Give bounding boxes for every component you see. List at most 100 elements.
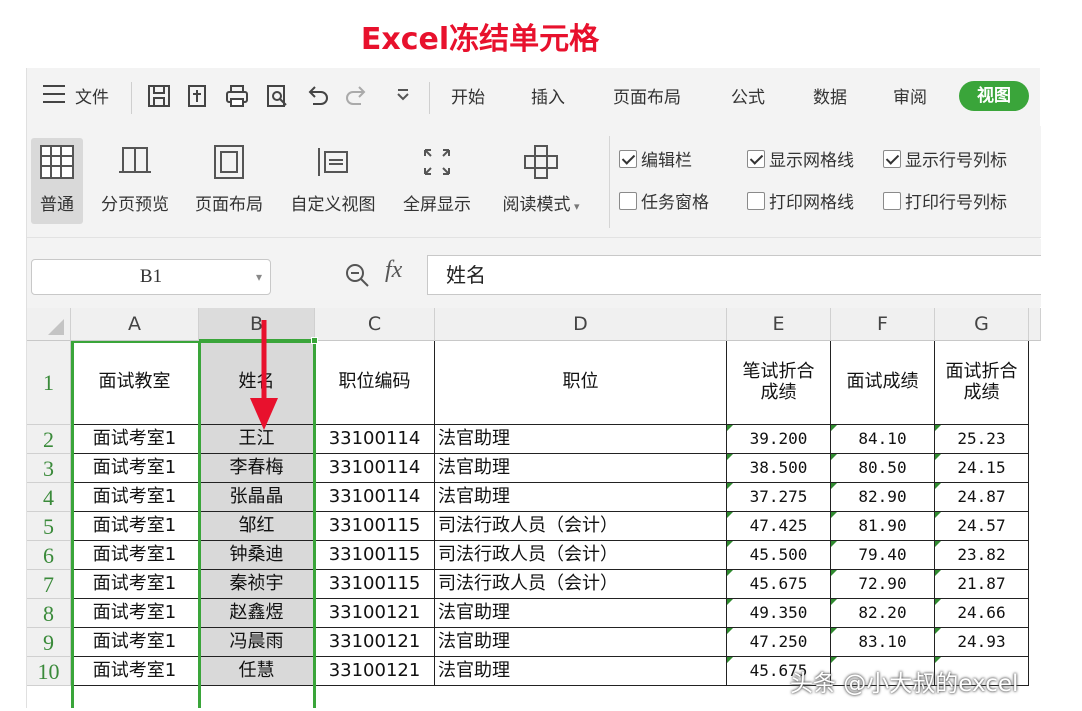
tab-insert[interactable]: 插入 xyxy=(531,83,565,108)
table-cell[interactable]: 面试考室1 xyxy=(71,628,199,657)
table-cell[interactable]: 38.500 xyxy=(727,454,831,483)
table-cell[interactable]: 82.20 xyxy=(831,599,935,628)
checkbox-task-pane[interactable]: 任务窗格 xyxy=(619,188,709,213)
column-header-c[interactable]: C xyxy=(315,308,435,341)
checkbox-show-gridlines[interactable]: 显示网格线 xyxy=(747,146,854,171)
table-cell[interactable]: 33100115 xyxy=(315,541,435,570)
table-cell[interactable]: 33100115 xyxy=(315,570,435,599)
header-cell[interactable]: 面试折合 成绩 xyxy=(935,341,1029,425)
fill-handle[interactable] xyxy=(311,337,318,344)
row-header[interactable]: 5 xyxy=(27,512,71,541)
select-all-corner[interactable] xyxy=(27,308,71,341)
function-icon[interactable]: fx xyxy=(385,257,402,284)
table-cell[interactable]: 37.275 xyxy=(727,483,831,512)
row-header[interactable]: 10 xyxy=(27,657,71,686)
table-cell[interactable]: 33100115 xyxy=(315,512,435,541)
table-cell[interactable]: 面试考室1 xyxy=(71,657,199,686)
zoom-icon[interactable] xyxy=(343,261,373,291)
table-cell[interactable]: 80.50 xyxy=(831,454,935,483)
table-cell[interactable]: 法官助理 xyxy=(435,628,727,657)
checkbox-print-gridlines[interactable]: 打印网格线 xyxy=(747,188,854,213)
table-cell[interactable]: 李春梅 xyxy=(199,454,315,483)
table-cell[interactable]: 25.23 xyxy=(935,425,1029,454)
row-header[interactable]: 3 xyxy=(27,454,71,483)
page-break-preview-button[interactable]: 分页预览 xyxy=(93,138,177,224)
table-cell[interactable]: 33100121 xyxy=(315,657,435,686)
save-icon[interactable] xyxy=(145,82,173,110)
chevron-down-icon[interactable] xyxy=(389,82,417,110)
table-cell[interactable]: 24.87 xyxy=(935,483,1029,512)
table-cell[interactable]: 法官助理 xyxy=(435,483,727,512)
table-cell[interactable]: 45.500 xyxy=(727,541,831,570)
tab-page-layout[interactable]: 页面布局 xyxy=(613,83,681,108)
spreadsheet-grid[interactable]: A B C D E F G 1 面试教室 姓名 职位编码 职位 笔试折合 成绩 面试成绩 面试折合 成绩 2 面… xyxy=(27,308,1041,708)
table-cell[interactable]: 邹红 xyxy=(199,512,315,541)
table-cell[interactable]: 钟桑迪 xyxy=(199,541,315,570)
table-cell[interactable]: 面试考室1 xyxy=(71,512,199,541)
table-cell[interactable]: 司法行政人员（会计） xyxy=(435,512,727,541)
table-cell[interactable]: 24.57 xyxy=(935,512,1029,541)
table-cell[interactable]: 47.425 xyxy=(727,512,831,541)
normal-view-button[interactable]: 普通 xyxy=(31,138,83,224)
table-cell[interactable]: 45.675 xyxy=(727,570,831,599)
column-header-f[interactable]: F xyxy=(831,308,935,341)
tab-data[interactable]: 数据 xyxy=(813,83,847,108)
table-cell[interactable]: 33100121 xyxy=(315,599,435,628)
tab-review[interactable]: 审阅 xyxy=(893,83,927,108)
table-cell[interactable]: 24.93 xyxy=(935,628,1029,657)
redo-icon[interactable] xyxy=(343,82,371,110)
column-header-a[interactable]: A xyxy=(71,308,199,341)
table-cell[interactable]: 冯晨雨 xyxy=(199,628,315,657)
page-layout-button[interactable]: 页面布局 xyxy=(187,138,271,224)
header-cell[interactable]: 面试教室 xyxy=(71,341,199,425)
fullscreen-button[interactable]: 全屏显示 xyxy=(395,138,479,224)
table-cell[interactable]: 法官助理 xyxy=(435,425,727,454)
tab-view[interactable]: 视图 xyxy=(959,81,1029,111)
table-cell[interactable]: 84.10 xyxy=(831,425,935,454)
table-cell[interactable]: 面试考室1 xyxy=(71,570,199,599)
table-cell[interactable]: 39.200 xyxy=(727,425,831,454)
table-cell[interactable]: 33100114 xyxy=(315,425,435,454)
row-header[interactable]: 2 xyxy=(27,425,71,454)
chevron-down-icon[interactable]: ▾ xyxy=(256,260,262,294)
table-cell[interactable]: 24.15 xyxy=(935,454,1029,483)
header-cell[interactable]: 笔试折合 成绩 xyxy=(727,341,831,425)
table-cell[interactable]: 21.87 xyxy=(935,570,1029,599)
print-icon[interactable] xyxy=(223,82,251,110)
row-header[interactable]: 6 xyxy=(27,541,71,570)
formula-input[interactable]: 姓名 xyxy=(427,255,1041,295)
column-header-d[interactable]: D xyxy=(435,308,727,341)
column-header-next[interactable] xyxy=(1029,308,1041,341)
table-cell[interactable]: 面试考室1 xyxy=(71,483,199,512)
table-cell[interactable]: 33100114 xyxy=(315,454,435,483)
tab-home[interactable]: 开始 xyxy=(451,83,485,108)
table-cell[interactable]: 面试考室1 xyxy=(71,454,199,483)
checkbox-show-headers[interactable]: 显示行号列标 xyxy=(883,146,1007,171)
file-menu[interactable]: 文件 xyxy=(75,83,109,108)
table-cell[interactable]: 72.90 xyxy=(831,570,935,599)
header-cell[interactable]: 面试成绩 xyxy=(831,341,935,425)
table-cell[interactable]: 81.90 xyxy=(831,512,935,541)
table-cell[interactable]: 面试考室1 xyxy=(71,599,199,628)
table-cell[interactable]: 82.90 xyxy=(831,483,935,512)
row-header[interactable]: 8 xyxy=(27,599,71,628)
table-cell[interactable]: 法官助理 xyxy=(435,657,727,686)
custom-view-button[interactable]: 自定义视图 xyxy=(281,138,385,224)
table-cell[interactable]: 47.250 xyxy=(727,628,831,657)
print-preview-icon[interactable] xyxy=(263,82,291,110)
table-cell[interactable]: 24.66 xyxy=(935,599,1029,628)
undo-icon[interactable] xyxy=(303,82,331,110)
table-cell[interactable]: 司法行政人员（会计） xyxy=(435,541,727,570)
header-cell[interactable]: 职位编码 xyxy=(315,341,435,425)
row-header[interactable]: 7 xyxy=(27,570,71,599)
hamburger-icon[interactable] xyxy=(43,85,65,105)
checkbox-edit-bar[interactable]: 编辑栏 xyxy=(619,146,692,171)
checkbox-print-headers[interactable]: 打印行号列标 xyxy=(883,188,1007,213)
table-cell[interactable]: 张晶晶 xyxy=(199,483,315,512)
column-header-g[interactable]: G xyxy=(935,308,1029,341)
tab-formulas[interactable]: 公式 xyxy=(731,83,765,108)
table-cell[interactable]: 79.40 xyxy=(831,541,935,570)
header-cell[interactable]: 职位 xyxy=(435,341,727,425)
table-cell[interactable]: 面试考室1 xyxy=(71,425,199,454)
table-cell[interactable]: 49.350 xyxy=(727,599,831,628)
